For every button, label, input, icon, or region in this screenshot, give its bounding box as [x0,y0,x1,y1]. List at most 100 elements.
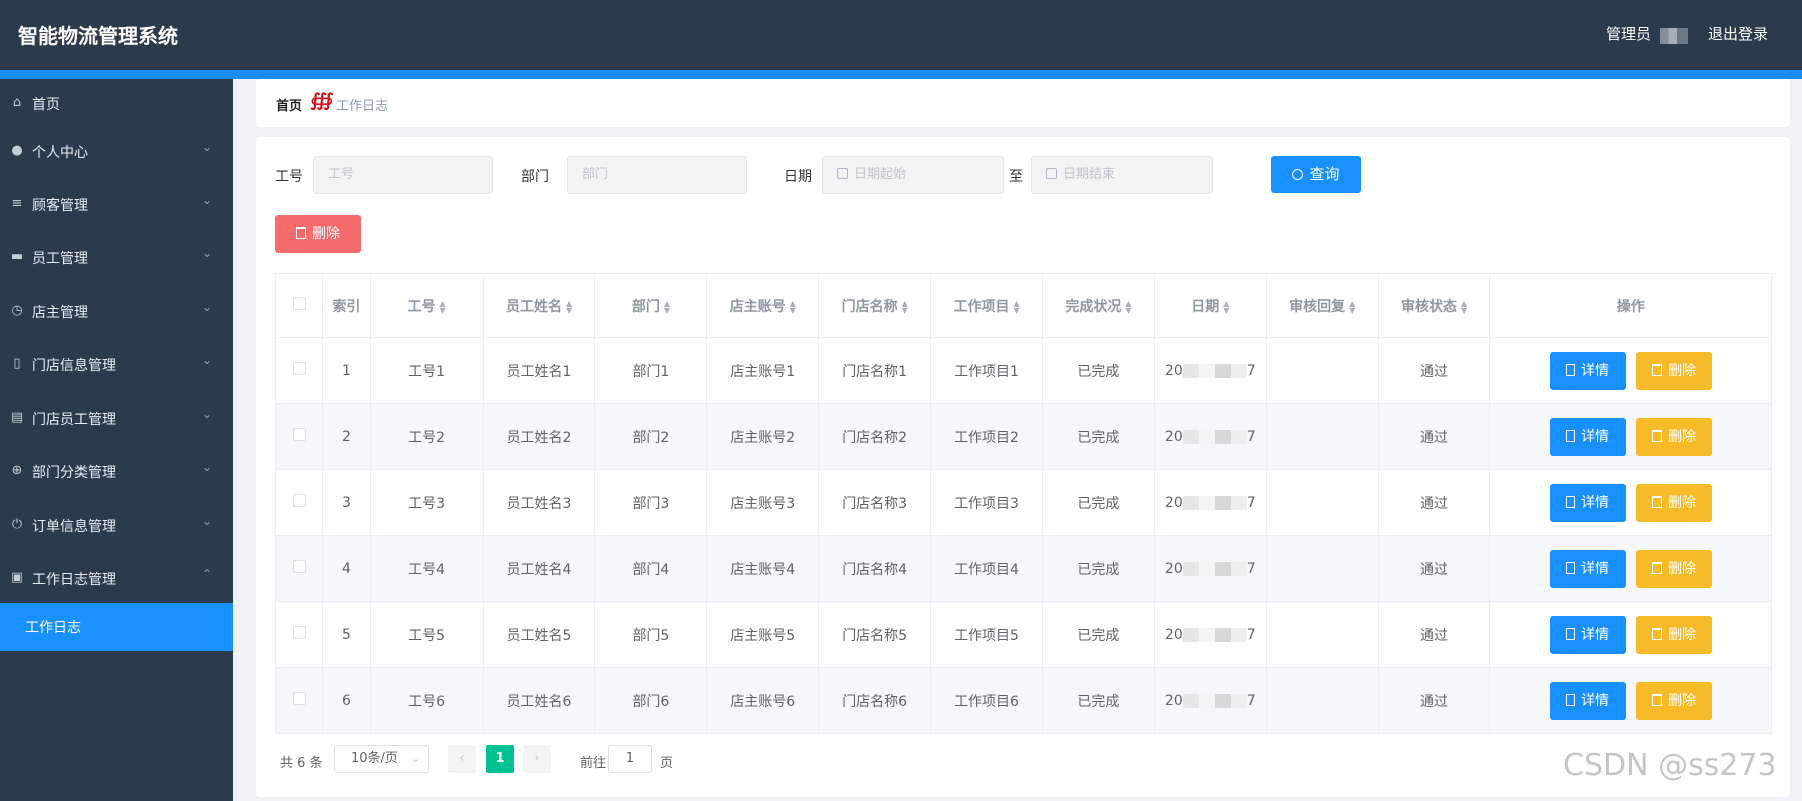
logout-button[interactable]: 退出登录 [1708,23,1768,44]
detail-button[interactable]: 详情 [1549,615,1626,654]
sort-icon[interactable]: ▲ ▼ [440,299,446,314]
dept-input[interactable]: 部门 [567,156,747,194]
col-header-label: 审核回复 [1289,298,1346,315]
table-row[interactable]: 4 工号4 员工姓名4 部门4 店主账号4 门店名称4 工作项目4 已完成 20 7 通过 详情 删… [274,535,1772,602]
detail-label: 详情 [1581,692,1609,709]
col-header-emp-no[interactable]: 工号 ▲ ▼ [369,273,484,338]
cell-status: 已完成 [1041,667,1155,734]
col-header-audit[interactable]: 审核状态 ▲ ▼ [1377,273,1491,338]
cell-project: 工作项目1 [930,337,1043,404]
emp-no-input[interactable]: 工号 [313,156,493,194]
row-delete-label: 删除 [1667,494,1696,511]
prev-page-button[interactable]: ‹ [448,745,476,773]
detail-label: 详情 [1581,626,1609,643]
row-checkbox[interactable] [292,560,306,573]
col-header-date[interactable]: 日期 ▲ ▼ [1153,273,1267,338]
sort-icon[interactable]: ▲ ▼ [790,299,796,314]
sidebar-item-store-staff[interactable]: ▤ 门店员工管理 ⌄ [0,394,233,444]
sort-icon[interactable]: ▲ ▼ [1349,299,1355,314]
col-header-project[interactable]: 工作项目 ▲ ▼ [930,273,1043,338]
sidebar-item-employees[interactable]: ▬ 员工管理 ⌄ [0,233,233,283]
row-delete-button[interactable]: 删除 [1635,417,1712,456]
table-row[interactable]: 5 工号5 员工姓名5 部门5 店主账号5 门店名称5 工作项目5 已完成 20 7 通过 详情 删… [274,601,1772,668]
next-page-button[interactable]: › [523,745,551,773]
sort-icon[interactable]: ▲ ▼ [1461,299,1467,314]
row-checkbox[interactable] [292,494,306,507]
sort-icon[interactable]: ▲ ▼ [664,299,670,314]
cell-dept: 部门2 [594,403,708,470]
col-header-name[interactable]: 员工姓名 ▲ ▼ [482,273,596,338]
sort-icon[interactable]: ▲ ▼ [902,299,908,314]
row-checkbox[interactable] [292,626,306,639]
detail-button[interactable]: 详情 [1549,351,1626,390]
detail-button[interactable]: 详情 [1549,549,1626,588]
briefcase-icon: ▬ [10,249,24,264]
date-suffix: 7 [1246,560,1256,577]
page-size-select[interactable]: 10条/页 ⌄ [334,745,429,773]
sidebar-item-customers[interactable]: ≡ 顾客管理 ⌄ [0,180,233,230]
table-row[interactable]: 1 工号1 员工姓名1 部门1 店主账号1 门店名称1 工作项目1 已完成 20 7 通过 详情 删… [274,337,1772,404]
sidebar-item-label: 订单信息管理 [32,519,116,535]
sort-icon[interactable]: ▲ ▼ [1013,299,1019,314]
col-header-label: 店主账号 [729,298,786,315]
sidebar-item-store-info[interactable]: ▯ 门店信息管理 ⌄ [0,340,233,390]
row-select-cell [274,535,324,602]
breadcrumb-home[interactable]: 首页 [276,95,302,114]
cell-audit: 通过 [1377,337,1491,404]
row-delete-button[interactable]: 删除 [1635,351,1712,390]
detail-button[interactable]: 详情 [1549,483,1626,522]
col-header-owner[interactable]: 店主账号 ▲ ▼ [706,273,820,338]
row-checkbox[interactable] [292,362,306,375]
cell-actions: 详情 删除 [1489,535,1772,602]
date-prefix: 20 [1164,692,1183,709]
select-all-checkbox[interactable] [292,297,306,310]
cell-emp-no: 工号2 [369,403,484,470]
date-prefix: 20 [1164,362,1183,379]
detail-button[interactable]: 详情 [1549,681,1626,720]
col-header-reply[interactable]: 审核回复 ▲ ▼ [1265,273,1379,338]
row-checkbox[interactable] [292,692,306,705]
goto-page-input[interactable]: 1 [608,745,652,773]
page-1-button[interactable]: 1 [486,745,514,773]
sidebar-item-worklog-management[interactable]: ▣ 工作日志管理 ⌃ [0,554,233,604]
chevron-down-icon: ⌄ [202,514,213,528]
sidebar-item-personal-center[interactable]: ● 个人中心 ⌄ [0,127,233,177]
sort-icon[interactable]: ▲ ▼ [1125,299,1131,314]
chevron-down-icon: ⌄ [202,246,213,260]
sidebar-item-label: 门店员工管理 [32,412,116,428]
cell-date: 20 7 [1153,469,1267,536]
row-delete-button[interactable]: 删除 [1635,681,1712,720]
row-delete-button[interactable]: 删除 [1635,615,1712,654]
col-header-dept[interactable]: 部门 ▲ ▼ [594,273,708,338]
sidebar-subitem-worklog[interactable]: 工作日志 [0,603,233,651]
row-delete-button[interactable]: 删除 [1635,549,1712,588]
detail-label: 详情 [1581,362,1609,379]
sidebar-item-home[interactable]: ⌂ 首页 [0,79,233,129]
sort-icon[interactable]: ▲ ▼ [1223,299,1229,314]
table-row[interactable]: 2 工号2 员工姓名2 部门2 店主账号2 门店名称2 工作项目2 已完成 20 7 通过 详情 删… [274,403,1772,470]
worklog-table: 索引 工号 ▲ ▼ 员工姓名 ▲ ▼ 部门 ▲ ▼ 店主账号 ▲ ▼ 门店名称 ▲ ▼ 工作项目 ▲ ▼… [274,273,1772,734]
sidebar-item-departments[interactable]: ⊕ 部门分类管理 ⌄ [0,447,233,497]
row-delete-button[interactable]: 删除 [1635,483,1712,522]
query-button[interactable]: 查询 [1271,156,1361,193]
table-row[interactable]: 3 工号3 员工姓名3 部门3 店主账号3 门店名称3 工作项目3 已完成 20 7 通过 详情 删… [274,469,1772,536]
row-checkbox[interactable] [292,428,306,441]
trash-icon [1651,429,1662,442]
sidebar-item-label: 顾客管理 [32,198,88,214]
col-header-store[interactable]: 门店名称 ▲ ▼ [818,273,932,338]
batch-delete-button[interactable]: 删除 [275,215,361,253]
cell-status: 已完成 [1041,601,1155,668]
col-header-status[interactable]: 完成状况 ▲ ▼ [1041,273,1155,338]
date-start-input[interactable]: 日期起始 [822,156,1004,194]
avatar[interactable] [1660,28,1688,44]
cell-index: 1 [322,337,371,404]
date-end-input[interactable]: 日期结束 [1031,156,1213,194]
sidebar-item-owners[interactable]: ◷ 店主管理 ⌄ [0,287,233,337]
cell-actions: 详情 删除 [1489,667,1772,734]
sort-icon[interactable]: ▲ ▼ [566,299,572,314]
table-row[interactable]: 6 工号6 员工姓名6 部门6 店主账号6 门店名称6 工作项目6 已完成 20 7 通过 详情 删… [274,667,1772,734]
cell-date: 20 7 [1153,535,1267,602]
chevron-down-icon: ⌄ [202,193,213,207]
sidebar-item-orders[interactable]: ⏻ 订单信息管理 ⌄ [0,501,233,551]
detail-button[interactable]: 详情 [1549,417,1626,456]
